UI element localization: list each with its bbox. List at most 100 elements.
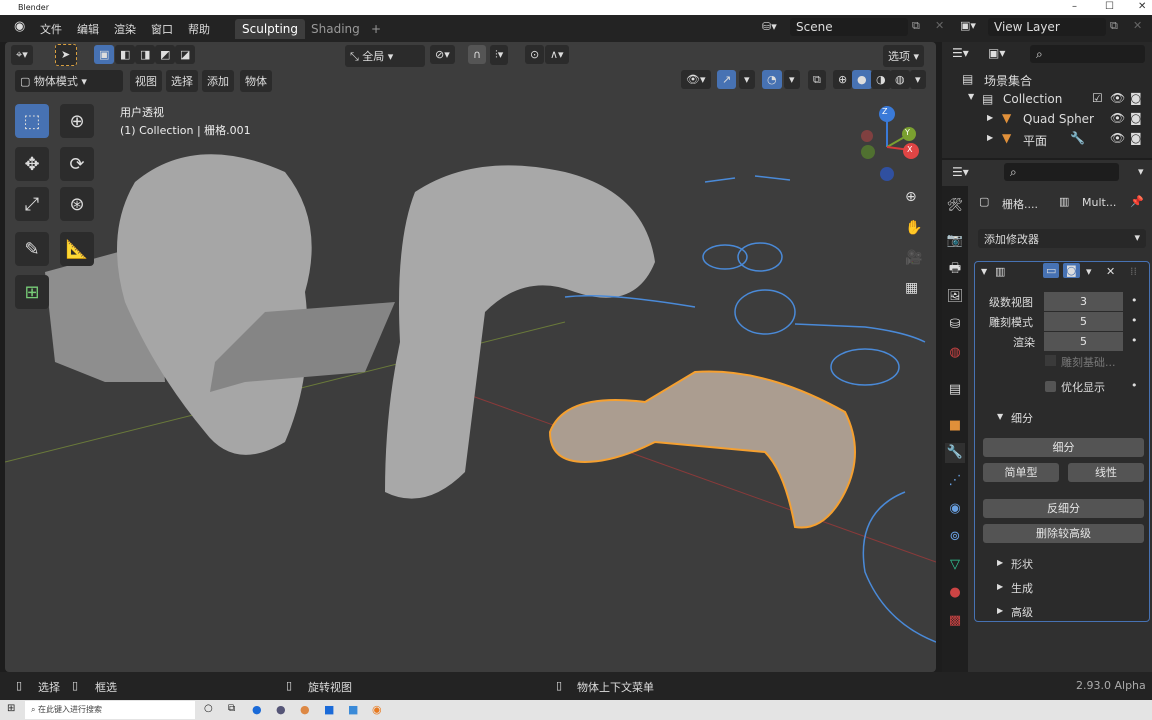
keyframe-dot-icon[interactable]: • [1131, 294, 1138, 307]
rotate-tool-icon[interactable]: ⟳ [60, 147, 94, 181]
pan-view-icon[interactable]: ✋ [905, 220, 922, 236]
snap-toggle-icon[interactable]: ∩ [468, 45, 487, 64]
collection-tab-icon[interactable]: ▤ [945, 380, 965, 400]
annotate-tool-icon[interactable]: ✎ [15, 232, 49, 266]
taskbar-app-icon[interactable]: ■ [324, 703, 334, 716]
shading-material-icon[interactable]: ◑ [871, 70, 891, 89]
keyframe-dot-icon[interactable]: • [1131, 314, 1138, 327]
camera-render-icon[interactable]: ◙ [1130, 91, 1142, 105]
simple-button[interactable]: 简单型 [983, 463, 1059, 482]
output-tab-icon[interactable]: 🖶 [945, 259, 965, 279]
gizmo-y-label[interactable]: Y [905, 128, 910, 137]
gizmo-z-label[interactable]: Z [882, 107, 887, 116]
shading-dropdown-icon[interactable]: ▾ [910, 70, 926, 89]
outliner-item-quad-sphere[interactable]: Quad Spher [1023, 112, 1094, 126]
menu-edit[interactable]: 编辑 [77, 21, 99, 37]
eye-icon[interactable]: 👁 [1110, 131, 1125, 145]
expand-item-icon[interactable]: ▶ [987, 113, 993, 122]
camera-render-icon[interactable]: ◙ [1130, 111, 1142, 125]
pin-icon[interactable]: 📌 [1130, 195, 1144, 208]
menu-object[interactable]: 物体 [240, 70, 272, 92]
ortho-toggle-icon[interactable]: ▦ [905, 280, 918, 296]
show-in-render-toggle[interactable]: ◙ [1063, 263, 1080, 278]
view-layer-tab-icon[interactable]: 🖼 [945, 287, 965, 307]
show-in-viewport-toggle[interactable]: ▭ [1043, 263, 1060, 278]
overlay-dropdown-icon[interactable]: ▾ [784, 70, 800, 89]
sculpt-base-checkbox[interactable] [1045, 355, 1056, 366]
scene-icon[interactable]: ⛁▾ [762, 20, 777, 33]
outliner-item-plane[interactable]: 平面 [1023, 132, 1047, 149]
delete-view-layer-icon[interactable]: ✕ [1133, 19, 1142, 32]
add-cube-tool-icon[interactable]: ⊞ [15, 275, 49, 309]
levels-viewport-field[interactable]: 3 [1044, 292, 1123, 311]
object-tab-icon[interactable]: ■ [945, 416, 965, 436]
delete-higher-button[interactable]: 删除较高级 [983, 524, 1144, 543]
tab-shading[interactable]: Shading [304, 19, 367, 39]
move-tool-icon[interactable]: ✥ [15, 147, 49, 181]
collapse-panel-icon[interactable]: ▼ [981, 267, 987, 276]
menu-file[interactable]: 文件 [40, 21, 62, 37]
sculpt-levels-field[interactable]: 5 [1044, 312, 1123, 331]
constraints-tab-icon[interactable]: ⊚ [945, 527, 965, 547]
drag-handle-icon[interactable]: ⁞⁞ [1130, 265, 1137, 278]
select-mode-subtract-icon[interactable]: ◨ [135, 45, 156, 64]
blender-logo-icon[interactable]: ◉ [14, 19, 25, 34]
scene-name-field[interactable]: Scene [790, 18, 908, 36]
add-modifier-dropdown[interactable]: 添加修改器 ▾ [978, 229, 1146, 248]
render-levels-field[interactable]: 5 [1044, 332, 1123, 351]
menu-window[interactable]: 窗口 [151, 21, 173, 37]
eye-icon[interactable]: 👁 [1110, 111, 1125, 125]
shading-rendered-icon[interactable]: ◍ [890, 70, 910, 89]
outliner-display-mode-icon[interactable]: ☰▾ [952, 46, 969, 60]
properties-options-icon[interactable]: ▾ [1138, 165, 1144, 178]
keyframe-dot-icon[interactable]: • [1131, 334, 1138, 347]
mode-dropdown[interactable]: ▢ 物体模式 ▾ [15, 70, 123, 92]
select-tool-icon[interactable]: ➤ [55, 44, 77, 66]
unsubdivide-button[interactable]: 反细分 [983, 499, 1144, 518]
outliner-filter-icon[interactable]: ▣▾ [988, 46, 1005, 60]
falloff-icon[interactable]: ∧▾ [545, 45, 569, 64]
keyframe-dot-icon[interactable]: • [1131, 379, 1138, 392]
select-box-tool-icon[interactable]: ⬚ [15, 104, 49, 138]
transform-tool-icon[interactable]: ⊛ [60, 187, 94, 221]
subdivide-section-label[interactable]: 细分 [1011, 410, 1033, 426]
measure-tool-icon[interactable]: 📐 [60, 232, 94, 266]
material-tab-icon[interactable]: ● [945, 583, 965, 603]
modifier-menu-icon[interactable]: ▾ [1086, 265, 1092, 278]
overlay-toggle-icon[interactable]: ◔ [762, 70, 782, 89]
menu-select[interactable]: 选择 [166, 70, 198, 92]
3d-viewport[interactable]: Z Y X ⌖▾ ➤ ▣ ◧ ◨ ◩ ◪ ⤡ 全局 ▾ ⊘▾ ∩ ⫶▾ ⊙ ∧▾… [5, 42, 936, 672]
eye-icon[interactable]: 👁 [1110, 91, 1125, 105]
new-scene-icon[interactable]: ⧉ [912, 19, 920, 33]
properties-search-input[interactable]: ⌕ [1004, 163, 1119, 181]
expand-subdivide-icon[interactable]: ▼ [997, 412, 1003, 421]
expand-collection-icon[interactable]: ▼ [968, 92, 974, 101]
proportional-edit-icon[interactable]: ⊙ [525, 45, 545, 64]
shading-solid-icon[interactable]: ● [852, 70, 872, 89]
maximize-button[interactable]: ☐ [1105, 1, 1114, 12]
close-button[interactable]: ✕ [1138, 1, 1146, 12]
view-layer-icon[interactable]: ▣▾ [960, 19, 976, 32]
snap-target-icon[interactable]: ⫶▾ [490, 45, 509, 65]
menu-view[interactable]: 视图 [130, 70, 162, 92]
chrome-icon[interactable]: ● [300, 703, 310, 716]
scene-collection-label[interactable]: 场景集合 [984, 72, 1032, 89]
subdivide-button[interactable]: 细分 [983, 438, 1144, 457]
xray-toggle-icon[interactable]: ⧉ [808, 70, 826, 90]
minimize-button[interactable]: – [1072, 1, 1077, 12]
remove-modifier-icon[interactable]: ✕ [1106, 265, 1115, 278]
modifier-tab-icon[interactable]: 🔧 [945, 443, 965, 463]
blender-taskbar-icon[interactable]: ◉ [372, 703, 382, 716]
properties-editor-type-icon[interactable]: ☰▾ [952, 165, 969, 179]
object-name[interactable]: 栅格.... [1002, 196, 1038, 212]
menu-help[interactable]: 帮助 [188, 21, 210, 37]
exclude-checkbox[interactable]: ☑ [1092, 91, 1103, 105]
scale-tool-icon[interactable]: ⤢ [15, 187, 49, 221]
select-mode-new-icon[interactable]: ▣ [94, 45, 115, 64]
optimal-display-checkbox[interactable] [1045, 381, 1056, 392]
camera-view-icon[interactable]: 🎥 [905, 250, 922, 266]
outliner-item-collection[interactable]: Collection [1003, 92, 1062, 106]
generate-section-label[interactable]: 生成 [1011, 580, 1033, 596]
tab-sculpting[interactable]: Sculpting [235, 19, 306, 39]
editor-type-icon[interactable]: ⌖▾ [11, 45, 33, 65]
